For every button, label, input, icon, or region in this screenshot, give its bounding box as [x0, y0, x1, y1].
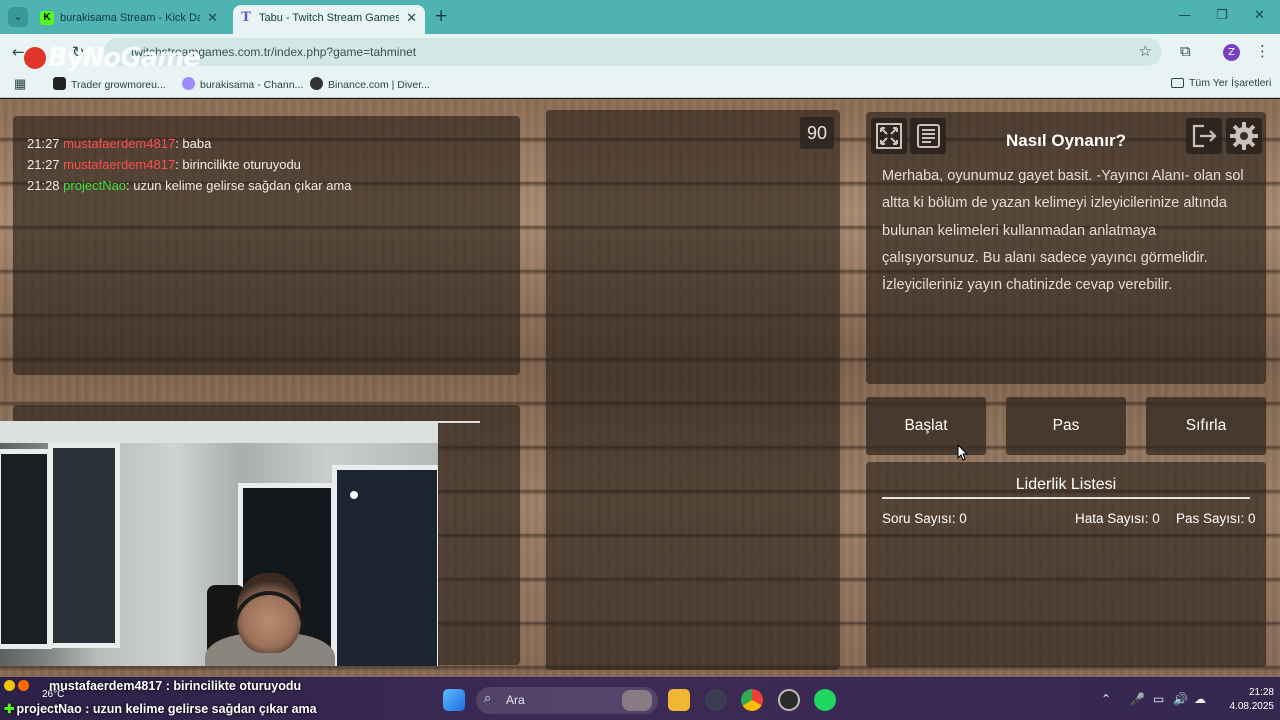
minimize-icon[interactable]: —: [1178, 8, 1191, 23]
back-arrow-icon[interactable]: ←: [12, 43, 25, 61]
search-icon: ⌕: [484, 691, 492, 706]
tray-chevron-icon[interactable]: ⌃: [1101, 692, 1111, 706]
apps-grid-icon[interactable]: ▦: [14, 76, 26, 92]
file-explorer-icon[interactable]: [668, 689, 690, 711]
window-left: [0, 449, 52, 649]
tab-label: Tabu - Twitch Stream Games: [259, 12, 399, 24]
network-icon[interactable]: ▭: [1153, 692, 1164, 706]
error-count: Hata Sayısı: 0: [1075, 511, 1160, 526]
bookmark-binance[interactable]: Binance.com | Diver...: [310, 77, 430, 91]
chat-message: 21:27 mustafaerdem4817: baba: [27, 136, 212, 151]
fullscreen-icon[interactable]: [871, 118, 907, 154]
bookmark-trader[interactable]: Trader growmoreu...: [53, 77, 166, 91]
taskbar-clock[interactable]: 21:28 4.08.2025: [1216, 686, 1275, 714]
streamer-webcam-overlay: [0, 421, 438, 666]
pass-button[interactable]: Pas: [1006, 397, 1126, 455]
profile-avatar[interactable]: Z: [1223, 44, 1240, 61]
chat-panel: 21:27 mustafaerdem4817: baba 21:27 musta…: [13, 116, 520, 375]
folder-icon: [1171, 78, 1184, 88]
weather-widget[interactable]: 26°C: [42, 689, 64, 700]
window-left-2: [48, 443, 120, 648]
how-to-play-text: Merhaba, oyunumuz gayet basit. -Yayıncı …: [882, 168, 1244, 294]
browser-menu-icon[interactable]: ⋮: [1255, 42, 1270, 60]
bookmark-star-icon[interactable]: ☆: [1139, 42, 1152, 60]
word-column-panel: [546, 110, 840, 670]
extensions-puzzle-icon[interactable]: ⧉: [1180, 42, 1191, 60]
lamp-light: [350, 491, 358, 499]
globe-favicon-icon: [310, 77, 323, 90]
overlay-edge-line: [438, 421, 480, 423]
ceiling: [0, 421, 438, 443]
tab-kick-dashboard[interactable]: K burakisama Stream - Kick Dash ✕: [34, 5, 226, 34]
maximize-icon[interactable]: ❐: [1216, 8, 1228, 23]
search-highlight-icon: [622, 690, 652, 711]
reset-button[interactable]: Sıfırla: [1146, 397, 1266, 455]
kick-favicon-icon: K: [40, 11, 54, 25]
how-to-play-title: Nasıl Oynanır?: [1006, 131, 1126, 150]
balcony-window: [332, 465, 438, 666]
countdown-timer: 90: [800, 117, 834, 149]
chrome-icon[interactable]: [741, 689, 763, 711]
tab-bar: ⌄ K burakisama Stream - Kick Dash ✕ T Ta…: [0, 0, 1280, 34]
tabu-favicon-icon: T: [241, 10, 251, 25]
settings-gear-icon[interactable]: [1226, 118, 1262, 154]
badge-icon: [18, 680, 29, 691]
close-window-icon[interactable]: ✕: [1254, 8, 1265, 23]
taskbar-search[interactable]: ⌕ Ara: [476, 687, 658, 714]
volume-icon[interactable]: 🔊: [1173, 692, 1188, 706]
pass-count: Pas Sayısı: 0: [1176, 511, 1256, 526]
streamer: [205, 571, 335, 666]
close-tab-icon[interactable]: ✕: [406, 10, 417, 26]
cloud-icon[interactable]: ☁: [1194, 692, 1206, 706]
rules-document-icon[interactable]: [910, 118, 946, 154]
bookmarks-bar: ▦ Trader growmoreu... burakisama - Chann…: [0, 71, 1280, 98]
url-omnibox[interactable]: twitchstreamgames.com.tr/index.php?game=…: [104, 38, 1162, 66]
tab-search-chevron-icon[interactable]: ⌄: [8, 7, 28, 27]
search-placeholder: Ara: [506, 693, 525, 707]
chat-message: 21:27 mustafaerdem4817: birincilikte otu…: [27, 157, 301, 172]
microphone-icon[interactable]: 🎤: [1130, 692, 1145, 706]
question-count: Soru Sayısı: 0: [882, 511, 967, 526]
spotify-icon[interactable]: [814, 689, 836, 711]
chat-message: 21:28 projectNao: uzun kelime gelirse sa…: [27, 178, 352, 193]
windows-start-icon[interactable]: [443, 689, 465, 711]
badge-icon: [4, 680, 15, 691]
tab-label: burakisama Stream - Kick Dash: [60, 12, 200, 24]
bynogame-logo-icon: [24, 47, 46, 69]
app-icon[interactable]: [778, 689, 800, 711]
new-tab-plus-icon[interactable]: +: [434, 6, 448, 26]
tradingview-favicon-icon: [53, 77, 66, 90]
logout-icon[interactable]: [1186, 118, 1222, 154]
mouse-cursor-icon: [957, 444, 969, 461]
close-tab-icon[interactable]: ✕: [207, 10, 218, 26]
whatsapp-like-icon[interactable]: [705, 689, 727, 711]
channel-favicon-icon: [182, 77, 195, 90]
tab-tabu-game[interactable]: T Tabu - Twitch Stream Games ✕: [233, 5, 425, 34]
all-bookmarks-folder[interactable]: Tüm Yer İşaretleri: [1171, 77, 1271, 89]
leaderboard-divider: [882, 497, 1250, 499]
bookmark-burakisama[interactable]: burakisama - Chann...: [182, 77, 303, 91]
stream-chat-ticker: ✚ projectNao : uzun kelime gelirse sağdan…: [4, 702, 317, 716]
leaderboard-title: Liderlik Listesi: [1015, 476, 1117, 493]
kick-badge-icon: ✚: [4, 702, 15, 716]
stream-watermark: ByNoGame: [24, 43, 201, 73]
